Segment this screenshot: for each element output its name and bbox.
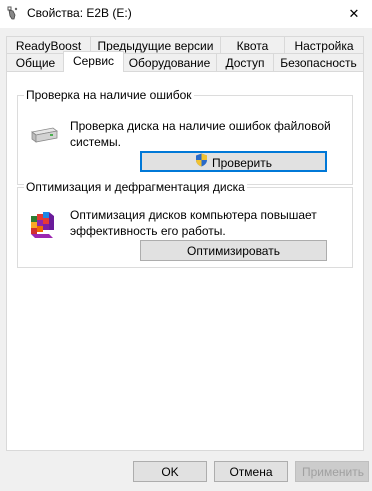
close-button[interactable]: ✕ bbox=[336, 0, 372, 28]
tab-customize[interactable]: Настройка bbox=[284, 36, 364, 54]
ok-button[interactable]: OK bbox=[133, 461, 207, 482]
error-check-description: Проверка диска на наличие ошибок файлово… bbox=[70, 119, 331, 149]
close-icon: ✕ bbox=[348, 6, 360, 21]
title-bar: Свойства: E2B (E:) ✕ bbox=[0, 0, 372, 28]
tab-general[interactable]: Общие bbox=[6, 53, 65, 71]
optimize-button[interactable]: Оптимизировать bbox=[140, 240, 327, 261]
optimize-title: Оптимизация и дефрагментация диска bbox=[24, 180, 247, 194]
drive-icon bbox=[29, 126, 59, 149]
tab-tools[interactable]: Сервис bbox=[63, 51, 124, 72]
error-check-title: Проверка на наличие ошибок bbox=[24, 88, 194, 102]
usb-drive-icon bbox=[5, 5, 21, 21]
cancel-button[interactable]: Отмена bbox=[214, 461, 288, 482]
optimize-button-label: Оптимизировать bbox=[187, 244, 280, 258]
uac-shield-icon bbox=[195, 153, 208, 173]
tab-quota[interactable]: Квота bbox=[220, 36, 285, 54]
check-button-label: Проверить bbox=[211, 155, 272, 170]
tab-sharing[interactable]: Доступ bbox=[216, 53, 274, 71]
check-button[interactable]: Проверить bbox=[140, 151, 327, 172]
optimize-group: Оптимизация и дефрагментация диска Оптим… bbox=[17, 180, 353, 268]
tab-security[interactable]: Безопасность bbox=[273, 53, 364, 71]
defrag-icon bbox=[29, 210, 57, 243]
apply-button[interactable]: Применить bbox=[295, 461, 369, 482]
window-title: Свойства: E2B (E:) bbox=[27, 6, 132, 20]
tab-hardware[interactable]: Оборудование bbox=[122, 53, 217, 71]
tools-panel: Проверка на наличие ошибок Проверка диск… bbox=[6, 71, 364, 451]
error-check-group: Проверка на наличие ошибок Проверка диск… bbox=[17, 88, 353, 185]
optimize-description: Оптимизация дисков компьютера повышает э… bbox=[70, 208, 317, 238]
